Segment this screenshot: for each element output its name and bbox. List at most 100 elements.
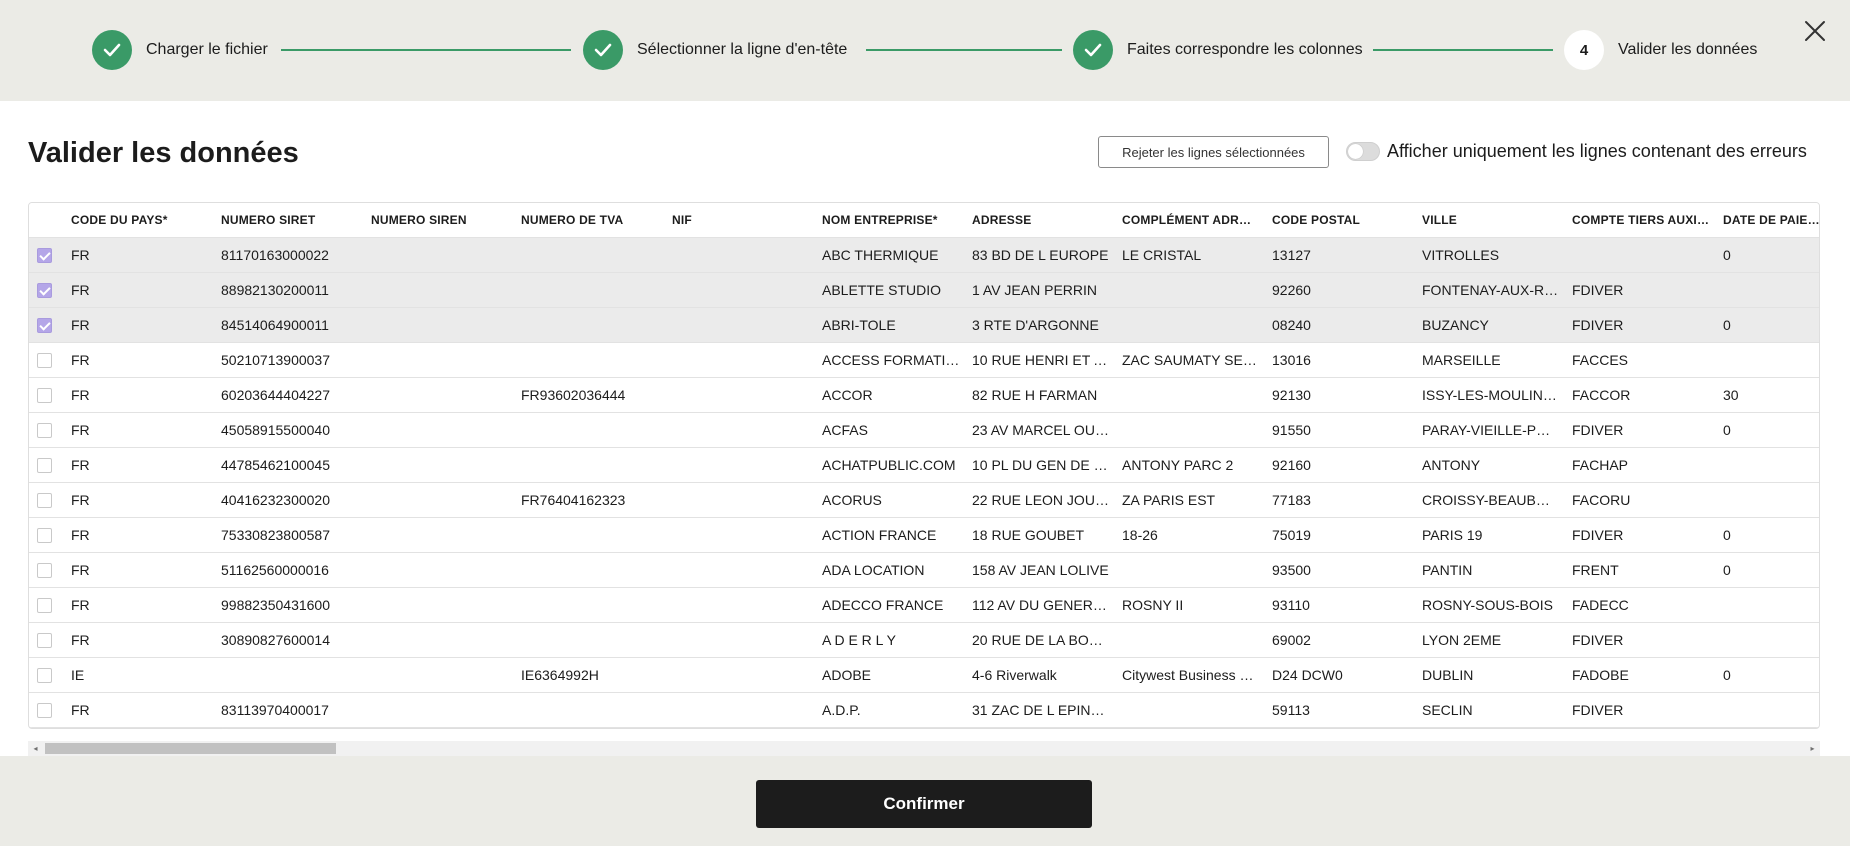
cell-date-de-paiement[interactable] (1723, 448, 1819, 483)
cell-ville[interactable]: ANTONY (1422, 448, 1559, 483)
cell-adresse[interactable]: 82 RUE H FARMAN (972, 378, 1109, 413)
table-row[interactable]: FR 45058915500040 ACFAS 23 AV MARCEL OUDIN 9… (29, 413, 1819, 448)
cell-code-postal[interactable]: 93110 (1272, 588, 1412, 623)
cell-compte-tiers-auxiliaire[interactable]: FACCOR (1572, 378, 1709, 413)
cell-nif[interactable] (672, 343, 812, 378)
cell-numero-siret[interactable]: 88982130200011 (221, 273, 361, 308)
table-row[interactable]: FR 50210713900037 ACCESS FORMATION 10 RUE H… (29, 343, 1819, 378)
row-checkbox[interactable] (37, 423, 52, 438)
cell-date-de-paiement[interactable]: 30 (1723, 378, 1819, 413)
cell-code-du-pays[interactable]: FR (71, 238, 211, 273)
cell-numero-siren[interactable] (371, 308, 511, 343)
scroll-right-arrow-icon[interactable]: ▸ (1805, 741, 1820, 756)
cell-ville[interactable]: ROSNY-SOUS-BOIS (1422, 588, 1559, 623)
cell-code-du-pays[interactable]: FR (71, 343, 211, 378)
cell-date-de-paiement[interactable]: 0 (1723, 308, 1819, 343)
table-row[interactable]: FR 99882350431600 ADECCO FRANCE 112 AV DU G… (29, 588, 1819, 623)
cell-code-postal[interactable]: 13016 (1272, 343, 1412, 378)
cell-compte-tiers-auxiliaire[interactable]: FACCES (1572, 343, 1709, 378)
cell-nom-entreprise[interactable]: A.D.P. (822, 693, 962, 728)
confirm-button[interactable]: Confirmer (756, 780, 1092, 828)
cell-nom-entreprise[interactable]: ACCESS FORMATION (822, 343, 962, 378)
cell-numero-de-tva[interactable]: FR93602036444 (521, 378, 661, 413)
cell-code-du-pays[interactable]: FR (71, 448, 211, 483)
cell-numero-siren[interactable] (371, 483, 511, 518)
cell-numero-siret[interactable]: 30890827600014 (221, 623, 361, 658)
cell-numero-siren[interactable] (371, 623, 511, 658)
cell-numero-siret[interactable]: 99882350431600 (221, 588, 361, 623)
cell-numero-siret[interactable]: 83113970400017 (221, 693, 361, 728)
cell-complement-adresse[interactable] (1122, 378, 1257, 413)
cell-ville[interactable]: LYON 2EME (1422, 623, 1559, 658)
table-row[interactable]: FR 83113970400017 A.D.P. 31 ZAC DE L EPINET… (29, 693, 1819, 728)
cell-code-postal[interactable]: 93500 (1272, 553, 1412, 588)
cell-code-postal[interactable]: 92260 (1272, 273, 1412, 308)
cell-adresse[interactable]: 10 PL DU GEN DE GAULLE (972, 448, 1109, 483)
cell-nom-entreprise[interactable]: ABRI-TOLE (822, 308, 962, 343)
cell-numero-siren[interactable] (371, 448, 511, 483)
column-header-numero-siret[interactable]: NUMERO SIRET (221, 203, 361, 238)
cell-date-de-paiement[interactable] (1723, 343, 1819, 378)
cell-complement-adresse[interactable] (1122, 693, 1257, 728)
cell-compte-tiers-auxiliaire[interactable]: FDIVER (1572, 518, 1709, 553)
cell-nif[interactable] (672, 448, 812, 483)
cell-date-de-paiement[interactable] (1723, 623, 1819, 658)
cell-adresse[interactable]: 83 BD DE L EUROPE (972, 238, 1109, 273)
cell-numero-siret[interactable]: 84514064900011 (221, 308, 361, 343)
cell-numero-de-tva[interactable] (521, 413, 661, 448)
cell-complement-adresse[interactable]: ZA PARIS EST (1122, 483, 1257, 518)
cell-numero-siren[interactable] (371, 413, 511, 448)
row-checkbox[interactable] (37, 493, 52, 508)
cell-adresse[interactable]: 1 AV JEAN PERRIN (972, 273, 1109, 308)
cell-complement-adresse[interactable] (1122, 553, 1257, 588)
cell-compte-tiers-auxiliaire[interactable]: FACORU (1572, 483, 1709, 518)
cell-numero-siret[interactable]: 45058915500040 (221, 413, 361, 448)
cell-numero-de-tva[interactable] (521, 343, 661, 378)
cell-date-de-paiement[interactable] (1723, 273, 1819, 308)
cell-numero-de-tva[interactable] (521, 623, 661, 658)
table-row[interactable]: FR 40416232300020 FR76404162323 ACORUS 22 RU… (29, 483, 1819, 518)
cell-adresse[interactable]: 31 ZAC DE L EPINETTE (972, 693, 1109, 728)
column-header-code-postal[interactable]: CODE POSTAL (1272, 203, 1412, 238)
cell-code-postal[interactable]: D24 DCW0 (1272, 658, 1412, 693)
cell-adresse[interactable]: 23 AV MARCEL OUDIN (972, 413, 1109, 448)
column-header-date-de-paiement[interactable]: DATE DE PAIEMENT (1723, 203, 1819, 238)
cell-code-du-pays[interactable]: FR (71, 693, 211, 728)
cell-ville[interactable]: SECLIN (1422, 693, 1559, 728)
cell-ville[interactable]: CROISSY-BEAUBOURG (1422, 483, 1559, 518)
table-row[interactable]: FR 75330823800587 ACTION FRANCE 18 RUE GOUB… (29, 518, 1819, 553)
cell-nif[interactable] (672, 273, 812, 308)
cell-nif[interactable] (672, 238, 812, 273)
cell-complement-adresse[interactable] (1122, 623, 1257, 658)
cell-code-du-pays[interactable]: FR (71, 273, 211, 308)
cell-code-du-pays[interactable]: FR (71, 378, 211, 413)
cell-nif[interactable] (672, 588, 812, 623)
column-header-ville[interactable]: VILLE (1422, 203, 1559, 238)
scroll-left-arrow-icon[interactable]: ◂ (28, 741, 43, 756)
cell-adresse[interactable]: 112 AV DU GENERAL (972, 588, 1109, 623)
cell-numero-de-tva[interactable] (521, 448, 661, 483)
table-row[interactable]: FR 60203644404227 FR93602036444 ACCOR 82 RUE… (29, 378, 1819, 413)
cell-complement-adresse[interactable]: Citywest Business Campus (1122, 658, 1257, 693)
cell-nif[interactable] (672, 693, 812, 728)
cell-numero-siret[interactable]: 75330823800587 (221, 518, 361, 553)
table-row[interactable]: FR 84514064900011 ABRI-TOLE 3 RTE D'ARGONNE… (29, 308, 1819, 343)
cell-numero-de-tva[interactable] (521, 238, 661, 273)
cell-nom-entreprise[interactable]: ABC THERMIQUE (822, 238, 962, 273)
row-checkbox[interactable] (37, 598, 52, 613)
reject-selected-rows-button[interactable]: Rejeter les lignes sélectionnées (1098, 136, 1329, 168)
cell-numero-siret[interactable]: 44785462100045 (221, 448, 361, 483)
cell-date-de-paiement[interactable]: 0 (1723, 553, 1819, 588)
cell-numero-siren[interactable] (371, 343, 511, 378)
column-header-compte-tiers-auxiliaire[interactable]: COMPTE TIERS AUXILIAIRE (1572, 203, 1709, 238)
cell-ville[interactable]: VITROLLES (1422, 238, 1559, 273)
cell-compte-tiers-auxiliaire[interactable] (1572, 238, 1709, 273)
cell-numero-siret[interactable]: 60203644404227 (221, 378, 361, 413)
cell-adresse[interactable]: 4-6 Riverwalk (972, 658, 1109, 693)
cell-nom-entreprise[interactable]: ACCOR (822, 378, 962, 413)
cell-code-postal[interactable]: 13127 (1272, 238, 1412, 273)
cell-complement-adresse[interactable]: ZAC SAUMATY SEON (1122, 343, 1257, 378)
cell-ville[interactable]: BUZANCY (1422, 308, 1559, 343)
table-row[interactable]: FR 30890827600014 A D E R L Y 20 RUE DE LA … (29, 623, 1819, 658)
cell-ville[interactable]: DUBLIN (1422, 658, 1559, 693)
